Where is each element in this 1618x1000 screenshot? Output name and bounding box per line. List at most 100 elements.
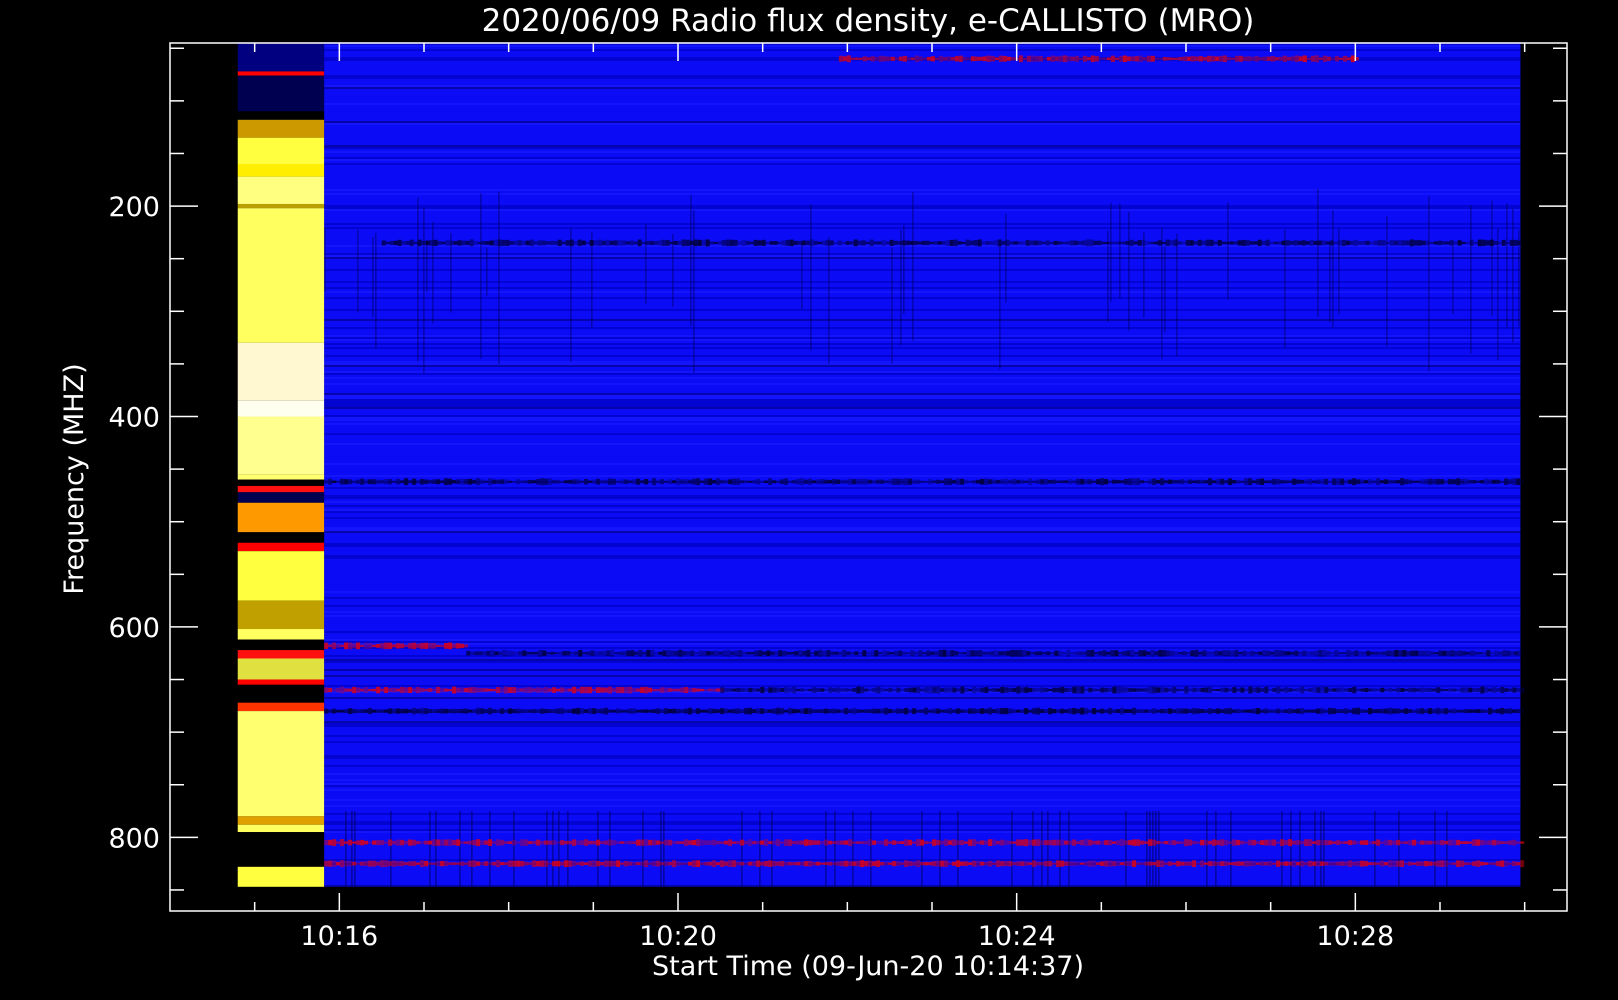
band-segment	[1012, 841, 1017, 844]
calibration-segment	[237, 176, 325, 204]
band-segment	[1506, 650, 1511, 656]
band-segment	[1084, 839, 1089, 847]
band-segment	[332, 642, 337, 650]
band-segment	[584, 478, 589, 485]
band-segment	[452, 708, 457, 714]
band-segment	[562, 651, 567, 656]
band-segment	[1393, 240, 1398, 246]
band-segment	[1000, 839, 1005, 846]
band-segment	[1064, 480, 1069, 484]
band-segment	[844, 707, 849, 715]
band-segment	[1324, 478, 1329, 485]
band-segment	[936, 479, 941, 484]
band-segment	[868, 860, 873, 867]
band-segment	[664, 708, 669, 715]
band-segment	[689, 240, 694, 246]
band-segment	[724, 688, 729, 693]
band-segment	[453, 241, 458, 245]
band-segment	[1460, 687, 1465, 693]
band-segment	[716, 709, 721, 713]
band-segment	[1044, 478, 1049, 485]
band-segment	[456, 862, 461, 865]
band-segment	[912, 841, 917, 844]
band-segment	[1377, 240, 1382, 246]
band-segment	[962, 652, 967, 655]
band-segment	[340, 686, 345, 694]
band-segment	[876, 708, 881, 714]
band-segment	[988, 839, 993, 847]
band-segment	[996, 479, 1001, 484]
band-segment	[988, 707, 993, 715]
band-segment	[1272, 478, 1277, 485]
band-segment	[388, 708, 393, 714]
band-segment	[1080, 707, 1085, 715]
band-segment	[525, 240, 530, 246]
band-segment	[830, 651, 835, 655]
y-axis-label: Frequency (MHZ)	[59, 363, 90, 594]
band-segment	[1206, 55, 1211, 62]
band-segment	[348, 688, 353, 692]
band-segment	[1500, 841, 1505, 845]
band-segment	[1305, 241, 1310, 245]
band-segment	[496, 709, 501, 713]
band-segment	[850, 652, 855, 655]
band-segment	[1068, 840, 1073, 845]
band-segment	[344, 479, 349, 485]
band-segment	[552, 861, 557, 867]
band-segment	[756, 841, 761, 845]
texture-line	[324, 395, 1521, 397]
band-segment	[964, 709, 969, 713]
band-segment	[408, 687, 413, 693]
band-segment	[844, 688, 849, 692]
texture-line	[324, 647, 1521, 649]
band-segment	[1240, 710, 1245, 713]
band-segment	[590, 650, 595, 656]
band-segment	[1076, 861, 1081, 866]
band-segment	[844, 840, 849, 845]
band-segment	[998, 651, 1003, 656]
band-segment	[1192, 707, 1197, 715]
band-segment	[1296, 861, 1301, 866]
band-segment	[1253, 241, 1258, 245]
band-segment	[460, 861, 465, 866]
band-segment	[560, 687, 565, 693]
band-segment	[1172, 840, 1177, 846]
band-segment	[1190, 650, 1195, 657]
band-segment	[1164, 687, 1169, 693]
band-segment	[1024, 480, 1029, 483]
band-segment	[1018, 55, 1023, 63]
band-segment	[480, 479, 485, 484]
calibration-segment	[237, 684, 325, 703]
band-segment	[1292, 840, 1297, 845]
band-segment	[666, 649, 671, 657]
band-segment	[596, 478, 601, 485]
band-segment	[324, 839, 329, 846]
band-segment	[1340, 478, 1345, 485]
band-segment	[1073, 240, 1078, 246]
band-segment	[616, 708, 621, 714]
band-segment	[1074, 55, 1079, 62]
band-segment	[996, 840, 1001, 845]
band-segment	[1172, 709, 1177, 713]
band-segment	[924, 841, 929, 845]
band-segment	[876, 479, 881, 484]
band-segment	[368, 860, 373, 867]
band-segment	[648, 839, 653, 846]
band-segment	[1388, 687, 1393, 693]
calibration-segment	[237, 502, 325, 533]
band-segment	[746, 651, 751, 655]
band-segment	[1280, 688, 1285, 692]
band-segment	[620, 709, 625, 713]
band-segment	[1204, 480, 1209, 484]
band-segment	[878, 652, 883, 655]
texture-streak	[489, 811, 491, 887]
band-segment	[1376, 478, 1381, 486]
band-segment	[396, 861, 401, 867]
band-segment	[1492, 862, 1497, 866]
band-segment	[920, 709, 925, 713]
band-segment	[544, 687, 549, 694]
calibration-segment	[237, 600, 325, 630]
band-segment	[1436, 478, 1441, 485]
band-segment	[1108, 860, 1113, 867]
band-segment	[772, 860, 777, 867]
